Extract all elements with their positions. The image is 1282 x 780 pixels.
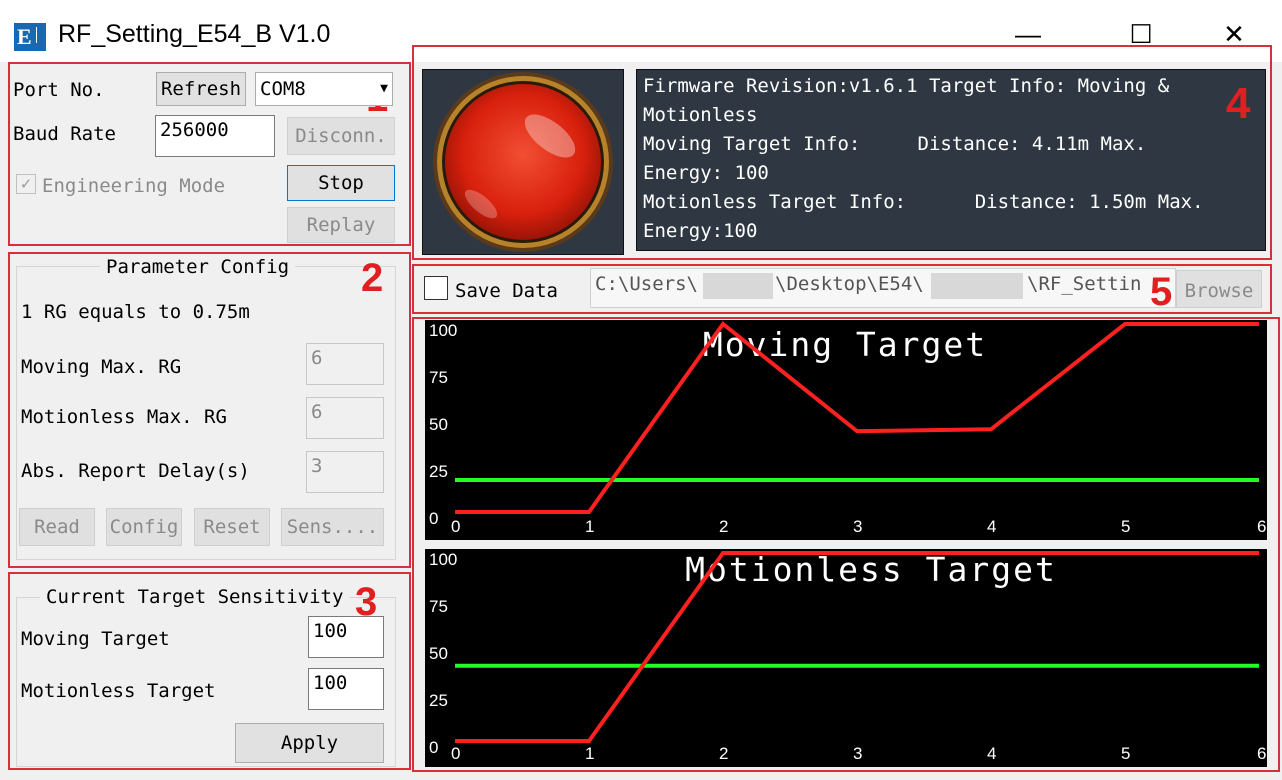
sensitivity-button[interactable]: Sens....	[281, 508, 384, 546]
parameter-config-title: Parameter Config	[100, 255, 296, 279]
motionless-target-chart: 0 1 2 3 4 5 6 100 75 50 25 0 Motionless Target	[425, 549, 1267, 767]
browse-button[interactable]: Browse	[1176, 270, 1262, 308]
config-button[interactable]: Config	[106, 508, 182, 546]
path-part-users: C:\Users\	[595, 273, 698, 295]
y-tick-label: 25	[429, 462, 448, 481]
save-path-field[interactable]: C:\Users\ \Desktop\E54\ \RF_Settin	[590, 268, 1176, 308]
status-indicator-panel	[422, 69, 624, 255]
disconnect-button[interactable]: Disconn.	[287, 117, 395, 155]
x-tick-label: 6	[1257, 744, 1266, 763]
report-delay-input[interactable]: 3	[306, 451, 384, 493]
window-title: RF_Setting_E54_B V1.0	[58, 20, 331, 48]
info-line-motionless-distance: Motionless Target Info: Distance: 1.50m …	[643, 191, 1204, 213]
read-button[interactable]: Read	[19, 508, 95, 546]
info-line-firmware: Firmware Revision:v1.6.1 Target Info: Mo…	[643, 75, 1170, 97]
baud-label: Baud Rate	[13, 123, 116, 145]
info-line-moving: Moving Target Info: Distance: 4.11m Max.	[643, 133, 1147, 155]
target-info-text: Firmware Revision:v1.6.1 Target Info: Mo…	[643, 72, 1259, 246]
target-info-panel: Firmware Revision:v1.6.1 Target Info: Mo…	[636, 69, 1266, 251]
motionless-target-chart-svg: 0 1 2 3 4 5 6 100 75 50 25 0 Motionless Target	[429, 550, 1266, 763]
info-line-moving-energy: Energy: 100	[643, 162, 769, 184]
y-tick-label: 25	[429, 691, 448, 710]
moving-target-label: Moving Target	[21, 628, 170, 650]
x-tick-label: 0	[451, 517, 460, 536]
x-tick-label: 2	[719, 744, 728, 763]
y-tick-label: 75	[429, 368, 448, 387]
sensitivity-title: Current Target Sensitivity	[40, 585, 350, 609]
apply-button[interactable]: Apply	[235, 723, 384, 763]
y-tick-label: 0	[429, 738, 438, 757]
chevron-down-icon: ▼	[380, 81, 388, 96]
motionless-max-input[interactable]: 6	[306, 397, 384, 439]
port-label: Port No.	[13, 79, 105, 101]
moving-max-input[interactable]: 6	[306, 343, 384, 385]
x-tick-label: 6	[1257, 517, 1266, 536]
path-part-desktop: \Desktop\E54\	[775, 273, 924, 295]
info-line-motionless: Motionless	[643, 104, 758, 126]
x-tick-label: 0	[451, 744, 460, 763]
annotation-4: 4	[1226, 79, 1251, 128]
refresh-button[interactable]: Refresh	[156, 72, 246, 106]
port-select-value: COM8	[260, 78, 306, 100]
x-tick-label: 4	[987, 517, 996, 536]
x-tick-label: 3	[853, 517, 862, 536]
port-select[interactable]: COM8 ▼	[255, 72, 393, 106]
y-tick-label: 50	[429, 415, 448, 434]
path-part-rf-setting: \RF_Settin	[1027, 273, 1142, 295]
moving-target-chart-svg: 0 1 2 3 4 5 61007550250Moving Target	[429, 321, 1266, 536]
y-tick-label: 0	[429, 509, 438, 528]
status-light-icon	[433, 72, 613, 252]
replay-button[interactable]: Replay	[287, 207, 395, 243]
x-tick-label: 1	[585, 744, 594, 763]
rg-note: 1 RG equals to 0.75m	[21, 301, 250, 323]
motionless-max-label: Motionless Max. RG	[21, 406, 227, 428]
chart-title: Motionless Target	[685, 550, 1057, 589]
app-logo-icon: E	[14, 23, 46, 51]
x-tick-label: 5	[1121, 744, 1130, 763]
x-tick-label: 2	[719, 517, 728, 536]
moving-max-label: Moving Max. RG	[21, 356, 182, 378]
x-tick-label: 5	[1121, 517, 1130, 536]
moving-target-chart: 0 1 2 3 4 5 6 100 75 50 25 0 Moving Target	[425, 320, 1267, 540]
save-data-label: Save Data	[455, 280, 558, 302]
motionless-target-label: Motionless Target	[21, 680, 216, 702]
y-tick-label: 100	[429, 550, 457, 569]
engineering-mode-checkbox[interactable]: ✓	[16, 174, 36, 194]
moving-target-sensitivity-input[interactable]: 100	[308, 616, 384, 658]
report-delay-label: Abs. Report Delay(s)	[21, 460, 250, 482]
annotation-2: 2	[361, 256, 384, 300]
redacted-username	[703, 273, 773, 299]
y-tick-label: 75	[429, 597, 448, 616]
engineering-mode-label: Engineering Mode	[42, 175, 226, 197]
y-tick-label: 50	[429, 644, 448, 663]
x-tick-label: 4	[987, 744, 996, 763]
motionless-target-sensitivity-input[interactable]: 100	[308, 668, 384, 710]
redacted-folder	[931, 273, 1023, 299]
annotation-5: 5	[1150, 270, 1173, 314]
y-tick-label: 100	[429, 321, 457, 340]
x-tick-label: 1	[585, 517, 594, 536]
save-data-checkbox[interactable]	[424, 276, 448, 300]
x-tick-label: 3	[853, 744, 862, 763]
baud-rate-input[interactable]: 256000	[155, 115, 275, 157]
reset-button[interactable]: Reset	[194, 508, 270, 546]
stop-button[interactable]: Stop	[287, 165, 395, 201]
info-line-motionless-energy: Energy:100	[643, 220, 758, 242]
